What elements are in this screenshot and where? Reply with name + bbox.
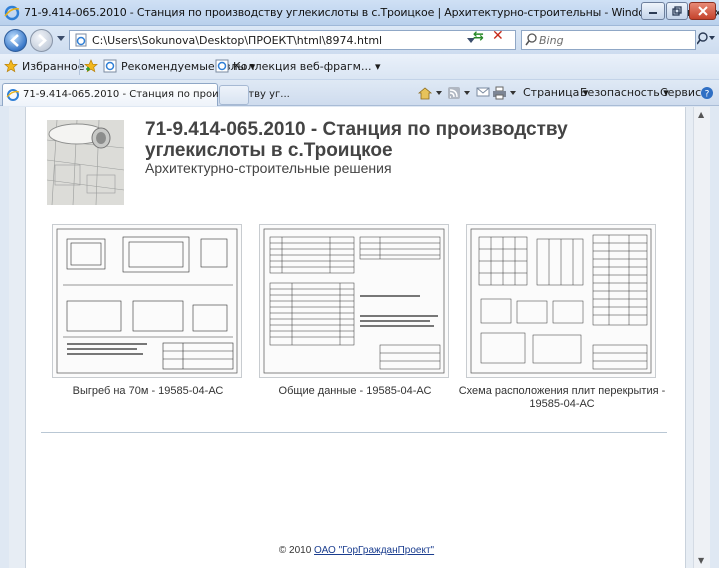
page-menu-label: Страница ▾ <box>523 86 589 99</box>
address-field[interactable]: C:\Users\Sokunova\Desktop\ПРОЕКТ\html\89… <box>69 30 516 50</box>
mail-icon <box>476 87 490 97</box>
separator <box>79 59 80 75</box>
chevron-down-icon <box>464 91 470 95</box>
footer-company-link[interactable]: ОАО "ГорГражданПроект" <box>314 545 434 556</box>
drawing-preview-image <box>260 225 448 377</box>
thumbnail-drawing-1[interactable] <box>52 224 242 378</box>
page-menu[interactable]: Страница ▾ <box>523 86 588 99</box>
ie-logo-icon <box>4 5 20 21</box>
scroll-down-icon[interactable]: ▼ <box>698 556 704 565</box>
favorites-bar: Избранное Рекомендуемые узлы ▾ Коллекция… <box>0 54 719 80</box>
tab-and-command-bar: 71-9.414-065.2010 - Станция по производс… <box>0 80 719 106</box>
chevron-down-icon <box>510 91 516 95</box>
thumbnail-caption-1[interactable]: Выгреб на 70м - 19585-04-АС <box>48 385 248 398</box>
ie-page-icon <box>6 89 20 101</box>
page-title: 71-9.414-065.2010 - Станция по производс… <box>145 119 568 161</box>
favorites-label: Избранное <box>22 59 85 73</box>
back-arrow-icon <box>10 34 19 47</box>
url-text: C:\Users\Sokunova\Desktop\ПРОЕКТ\html\89… <box>92 34 383 47</box>
ie-page-icon <box>103 59 117 73</box>
close-button[interactable] <box>689 2 716 20</box>
web-slice-gallery-label: Коллекция веб-фрагм... ▾ <box>233 59 381 73</box>
new-tab-button[interactable] <box>219 85 249 105</box>
search-placeholder: Bing <box>539 34 564 47</box>
thumbnail-drawing-3[interactable] <box>466 224 656 378</box>
safety-menu-label: Безопасность ▾ <box>580 86 669 99</box>
help-icon: ? <box>701 87 713 100</box>
back-button[interactable] <box>4 29 27 52</box>
forward-arrow-icon <box>38 34 47 47</box>
read-mail-button[interactable] <box>476 86 490 98</box>
minimize-icon <box>649 12 657 14</box>
thumbnail-caption-3[interactable]: Схема расположения плит перекрытия - 195… <box>456 385 668 411</box>
feeds-button[interactable] <box>447 86 470 100</box>
page-viewport: 71-9.414-065.2010 - Станция по производс… <box>9 107 702 568</box>
maximize-button[interactable] <box>666 2 688 20</box>
blueprint-roll-image <box>47 120 124 205</box>
vertical-scrollbar[interactable]: ▲ ▼ <box>693 107 710 568</box>
favorites-button[interactable]: Избранное <box>4 59 84 73</box>
tab-active[interactable]: 71-9.414-065.2010 - Станция по производс… <box>2 83 290 106</box>
footer-copyright: © 2010 <box>278 545 315 556</box>
page-subtitle: Архитектурно-строительные решения <box>145 160 392 176</box>
safety-menu[interactable]: Безопасность ▾ <box>580 86 669 99</box>
refresh-icon[interactable]: ⇆ <box>473 29 484 44</box>
print-button[interactable] <box>492 86 516 100</box>
svg-text:?: ? <box>705 90 710 100</box>
restore-icon <box>672 6 682 16</box>
thumbnail-caption-2[interactable]: Общие данные - 19585-04-АС <box>255 385 455 398</box>
feeds-icon <box>448 87 460 99</box>
add-favorite-button[interactable] <box>84 59 98 73</box>
help-button[interactable]: ? <box>700 86 714 100</box>
add-favorite-icon <box>84 59 98 73</box>
scroll-up-icon[interactable]: ▲ <box>698 110 704 119</box>
tab-label: 71-9.414-065.2010 - Станция по производс… <box>23 89 290 100</box>
navigation-bar: C:\Users\Sokunova\Desktop\ПРОЕКТ\html\89… <box>0 26 719 54</box>
forward-button[interactable] <box>30 29 53 52</box>
project-header-image <box>47 120 124 205</box>
minimize-button[interactable] <box>641 2 665 20</box>
search-field[interactable]: Bing <box>521 30 696 50</box>
home-button[interactable] <box>417 86 442 100</box>
close-icon <box>697 6 708 16</box>
search-icon <box>525 33 537 46</box>
window-title-bar: 71-9.414-065.2010 - Станция по производс… <box>0 0 719 26</box>
drawing-preview-image <box>467 225 655 377</box>
thumbnail-drawing-2[interactable] <box>259 224 449 378</box>
favorites-star-icon <box>4 59 18 73</box>
recent-pages-dropdown-icon[interactable] <box>57 36 65 42</box>
search-go-icon[interactable] <box>697 32 717 46</box>
window-title: 71-9.414-065.2010 - Станция по производс… <box>24 6 719 19</box>
footer: © 2010 ОАО "ГорГражданПроект" <box>26 545 687 556</box>
drawing-preview-image <box>53 225 241 377</box>
web-slice-gallery-link[interactable]: Коллекция веб-фрагм... ▾ <box>215 59 380 73</box>
print-icon <box>493 86 506 100</box>
home-icon <box>417 87 433 100</box>
stop-icon[interactable]: ✕ <box>492 28 504 44</box>
page-content: 71-9.414-065.2010 - Станция по производс… <box>25 107 686 568</box>
ie-page-icon <box>215 59 229 73</box>
chevron-down-icon <box>436 91 442 95</box>
page-icon <box>75 33 87 47</box>
divider <box>41 432 667 433</box>
